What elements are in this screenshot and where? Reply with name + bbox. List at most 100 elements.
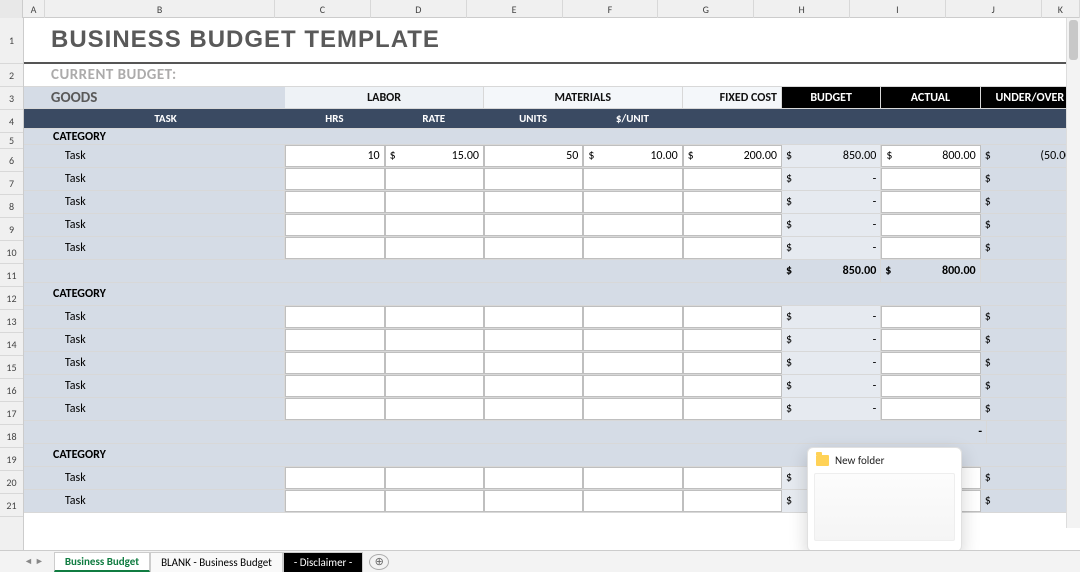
cell-units[interactable] [484, 467, 583, 489]
row-header-5[interactable]: 5 [0, 133, 23, 149]
cell-fixed[interactable] [683, 398, 782, 420]
cell-actual[interactable] [881, 375, 980, 397]
cell-hrs[interactable] [285, 168, 384, 190]
cell-actual[interactable] [881, 237, 980, 259]
cell-rate[interactable] [385, 306, 484, 328]
cell-budget[interactable]: $- [782, 237, 881, 259]
col-header-F[interactable]: F [563, 0, 659, 18]
tab-prev-icon[interactable]: ◄ [24, 556, 33, 567]
task-label[interactable]: Task [47, 329, 285, 351]
cell-rate[interactable] [385, 398, 484, 420]
cell-units[interactable] [484, 214, 583, 236]
row-header-16[interactable]: 16 [0, 379, 23, 402]
cell-per-unit[interactable] [583, 214, 682, 236]
cell-rate[interactable] [385, 352, 484, 374]
cell-actual[interactable] [881, 191, 980, 213]
cell-fixed[interactable] [683, 168, 782, 190]
cell-per-unit[interactable] [583, 329, 682, 351]
row-header-1[interactable]: 1 [0, 18, 23, 64]
cell-units[interactable] [484, 168, 583, 190]
col-header-C[interactable]: C [275, 0, 371, 18]
row-header-21[interactable]: 21 [0, 494, 23, 517]
row-header-13[interactable]: 13 [0, 310, 23, 333]
cell-units[interactable] [484, 398, 583, 420]
cell-per-unit[interactable] [583, 352, 682, 374]
cell-budget[interactable]: $- [782, 375, 881, 397]
cell-actual[interactable] [881, 352, 980, 374]
cell-budget[interactable]: $- [782, 306, 881, 328]
cell-per-unit[interactable] [583, 168, 682, 190]
cell-actual[interactable] [881, 306, 980, 328]
cell-units[interactable] [484, 306, 583, 328]
task-label[interactable]: Task [47, 168, 285, 190]
cell-units[interactable] [484, 352, 583, 374]
row-header-19[interactable]: 19 [0, 448, 23, 471]
row-header-3[interactable]: 3 [0, 87, 23, 110]
row-header-6[interactable]: 6 [0, 149, 23, 172]
cell-units[interactable] [484, 375, 583, 397]
task-label[interactable]: Task [47, 237, 285, 259]
cell-hrs[interactable] [285, 329, 384, 351]
cell-hrs[interactable] [285, 214, 384, 236]
cell-fixed[interactable] [683, 237, 782, 259]
cell-fixed[interactable] [683, 214, 782, 236]
task-label[interactable]: Task [47, 467, 285, 489]
row-header-4[interactable]: 4 [0, 110, 23, 133]
cell-rate[interactable] [385, 375, 484, 397]
cell-actual[interactable]: $800.00 [881, 145, 980, 167]
row-header-15[interactable]: 15 [0, 356, 23, 379]
cell-rate[interactable] [385, 237, 484, 259]
cell-budget[interactable]: $- [782, 191, 881, 213]
cell-units[interactable] [484, 191, 583, 213]
cell-hrs[interactable] [285, 490, 384, 512]
cell-units[interactable]: 50 [484, 145, 583, 167]
window-thumbnail[interactable] [814, 473, 955, 541]
cell-per-unit[interactable] [583, 398, 682, 420]
cell-fixed[interactable] [683, 352, 782, 374]
row-header-18[interactable]: 18 [0, 425, 23, 448]
col-header-G[interactable]: G [658, 0, 754, 18]
tab-blank-business-budget[interactable]: BLANK - Business Budget [150, 552, 283, 572]
row-header-12[interactable]: 12 [0, 287, 23, 310]
cell-rate[interactable] [385, 467, 484, 489]
row-header-9[interactable]: 9 [0, 218, 23, 241]
vertical-scrollbar[interactable] [1066, 18, 1080, 528]
cell-per-unit[interactable] [583, 237, 682, 259]
row-header-20[interactable]: 20 [0, 471, 23, 494]
col-header-K[interactable]: K [1042, 0, 1080, 18]
cell-rate[interactable] [385, 214, 484, 236]
cell-hrs[interactable] [285, 352, 384, 374]
cell-units[interactable] [484, 329, 583, 351]
cell-per-unit[interactable] [583, 306, 682, 328]
row-header-10[interactable]: 10 [0, 241, 23, 264]
cell-budget[interactable]: $850.00 [782, 145, 881, 167]
cell-per-unit[interactable] [583, 375, 682, 397]
cell-per-unit[interactable] [583, 490, 682, 512]
row-header-8[interactable]: 8 [0, 195, 23, 218]
cell-hrs[interactable] [285, 306, 384, 328]
cell-rate[interactable]: $15.00 [385, 145, 484, 167]
cell-fixed[interactable] [683, 306, 782, 328]
cell-budget[interactable]: $- [782, 168, 881, 190]
col-header-J[interactable]: J [946, 0, 1042, 18]
cell-hrs[interactable] [285, 375, 384, 397]
cell-budget[interactable]: $- [782, 214, 881, 236]
col-header-E[interactable]: E [467, 0, 563, 18]
tab-next-icon[interactable]: ► [35, 556, 44, 567]
cell-fixed[interactable] [683, 375, 782, 397]
cell-actual[interactable] [881, 329, 980, 351]
tab-business-budget[interactable]: Business Budget [54, 552, 150, 572]
cell-hrs[interactable] [285, 237, 384, 259]
row-header-17[interactable]: 17 [0, 402, 23, 425]
task-label[interactable]: Task [47, 306, 285, 328]
cell-units[interactable] [484, 490, 583, 512]
cell-hrs[interactable] [285, 467, 384, 489]
cell-fixed[interactable]: $200.00 [683, 145, 782, 167]
cell-budget[interactable]: $- [782, 352, 881, 374]
cell-fixed[interactable] [683, 490, 782, 512]
cell-fixed[interactable] [683, 329, 782, 351]
task-label[interactable]: Task [47, 490, 285, 512]
cell-actual[interactable] [881, 168, 980, 190]
cell-rate[interactable] [385, 329, 484, 351]
row-header-7[interactable]: 7 [0, 172, 23, 195]
